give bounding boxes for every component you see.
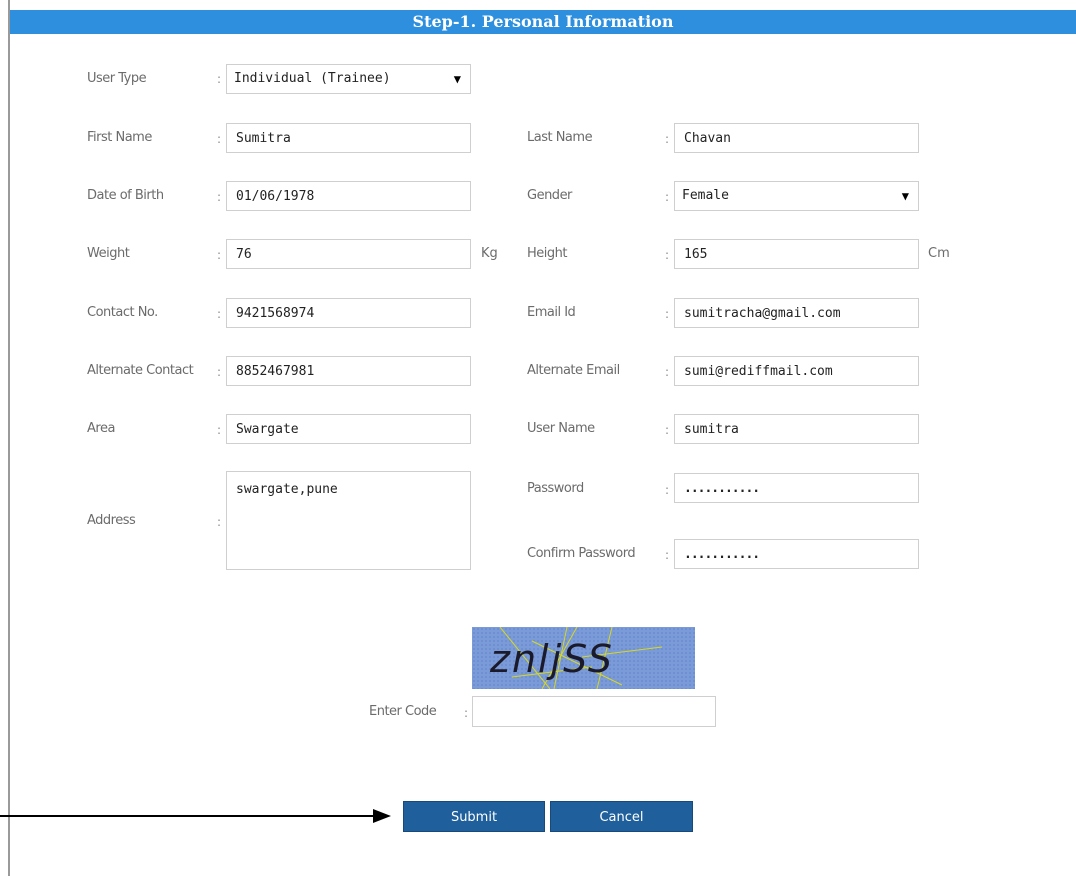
password-field[interactable]: ........... bbox=[674, 473, 919, 503]
height-unit: Cm bbox=[928, 246, 950, 261]
enter-code-field[interactable] bbox=[472, 696, 716, 727]
gender-select[interactable]: Female ▼ bbox=[674, 181, 919, 211]
last-name-label: Last Name bbox=[527, 130, 593, 145]
email-label: Email Id bbox=[527, 305, 576, 320]
username-colon: : bbox=[665, 423, 670, 437]
password-label: Password bbox=[527, 481, 584, 496]
alt-email-colon: : bbox=[665, 365, 670, 379]
alt-email-field[interactable]: sumi@rediffmail.com bbox=[674, 356, 919, 386]
first-name-colon: : bbox=[217, 132, 222, 146]
submit-button[interactable]: Submit bbox=[403, 801, 545, 832]
address-textarea[interactable]: swargate,pune bbox=[226, 471, 471, 570]
email-field[interactable]: sumitracha@gmail.com bbox=[674, 298, 919, 328]
area-colon: : bbox=[217, 423, 222, 437]
weight-label: Weight bbox=[87, 246, 130, 261]
address-colon: : bbox=[217, 515, 222, 529]
email-colon: : bbox=[665, 307, 670, 321]
gender-value: Female bbox=[682, 188, 729, 203]
gender-colon: : bbox=[665, 190, 670, 204]
first-name-label: First Name bbox=[87, 130, 152, 145]
captcha-text: znljSS bbox=[490, 637, 615, 681]
last-name-field[interactable]: Chavan bbox=[674, 123, 919, 153]
height-field[interactable]: 165 bbox=[674, 239, 919, 269]
contact-label: Contact No. bbox=[87, 305, 158, 320]
user-type-label: User Type bbox=[87, 71, 147, 86]
weight-field[interactable]: 76 bbox=[226, 239, 471, 269]
gender-label: Gender bbox=[527, 188, 572, 203]
confirm-password-field[interactable]: ........... bbox=[674, 539, 919, 569]
user-type-select[interactable]: Individual (Trainee) ▼ bbox=[226, 64, 471, 94]
captcha-image: znljSS bbox=[472, 627, 695, 689]
last-name-colon: : bbox=[665, 132, 670, 146]
dob-colon: : bbox=[217, 190, 222, 204]
section-header: Step-1. Personal Information bbox=[10, 10, 1076, 34]
contact-colon: : bbox=[217, 307, 222, 321]
height-colon: : bbox=[665, 248, 670, 262]
alt-contact-colon: : bbox=[217, 365, 222, 379]
triangle-down-icon: ▼ bbox=[901, 189, 909, 203]
cancel-button[interactable]: Cancel bbox=[550, 801, 693, 832]
password-colon: : bbox=[665, 483, 670, 497]
enter-code-label: Enter Code bbox=[369, 704, 437, 719]
contact-field[interactable]: 9421568974 bbox=[226, 298, 471, 328]
confirm-password-label: Confirm Password bbox=[527, 546, 636, 561]
arrow-head-icon bbox=[373, 809, 391, 823]
username-field[interactable]: sumitra bbox=[674, 414, 919, 444]
weight-unit: Kg bbox=[481, 246, 498, 261]
area-label: Area bbox=[87, 421, 115, 436]
weight-colon: : bbox=[217, 248, 222, 262]
triangle-down-icon: ▼ bbox=[453, 72, 461, 86]
confirm-password-colon: : bbox=[665, 548, 670, 562]
dob-field[interactable]: 01/06/1978 bbox=[226, 181, 471, 211]
dob-label: Date of Birth bbox=[87, 188, 164, 203]
alt-email-label: Alternate Email bbox=[527, 363, 620, 378]
area-field[interactable]: Swargate bbox=[226, 414, 471, 444]
first-name-field[interactable]: Sumitra bbox=[226, 123, 471, 153]
user-type-value: Individual (Trainee) bbox=[234, 71, 391, 86]
height-label: Height bbox=[527, 246, 567, 261]
address-label: Address bbox=[87, 513, 136, 528]
user-type-colon: : bbox=[217, 72, 222, 86]
username-label: User Name bbox=[527, 421, 595, 436]
arrow-right-icon bbox=[0, 815, 375, 817]
alt-contact-field[interactable]: 8852467981 bbox=[226, 356, 471, 386]
enter-code-colon: : bbox=[464, 706, 469, 720]
alt-contact-label: Alternate Contact bbox=[87, 363, 194, 378]
